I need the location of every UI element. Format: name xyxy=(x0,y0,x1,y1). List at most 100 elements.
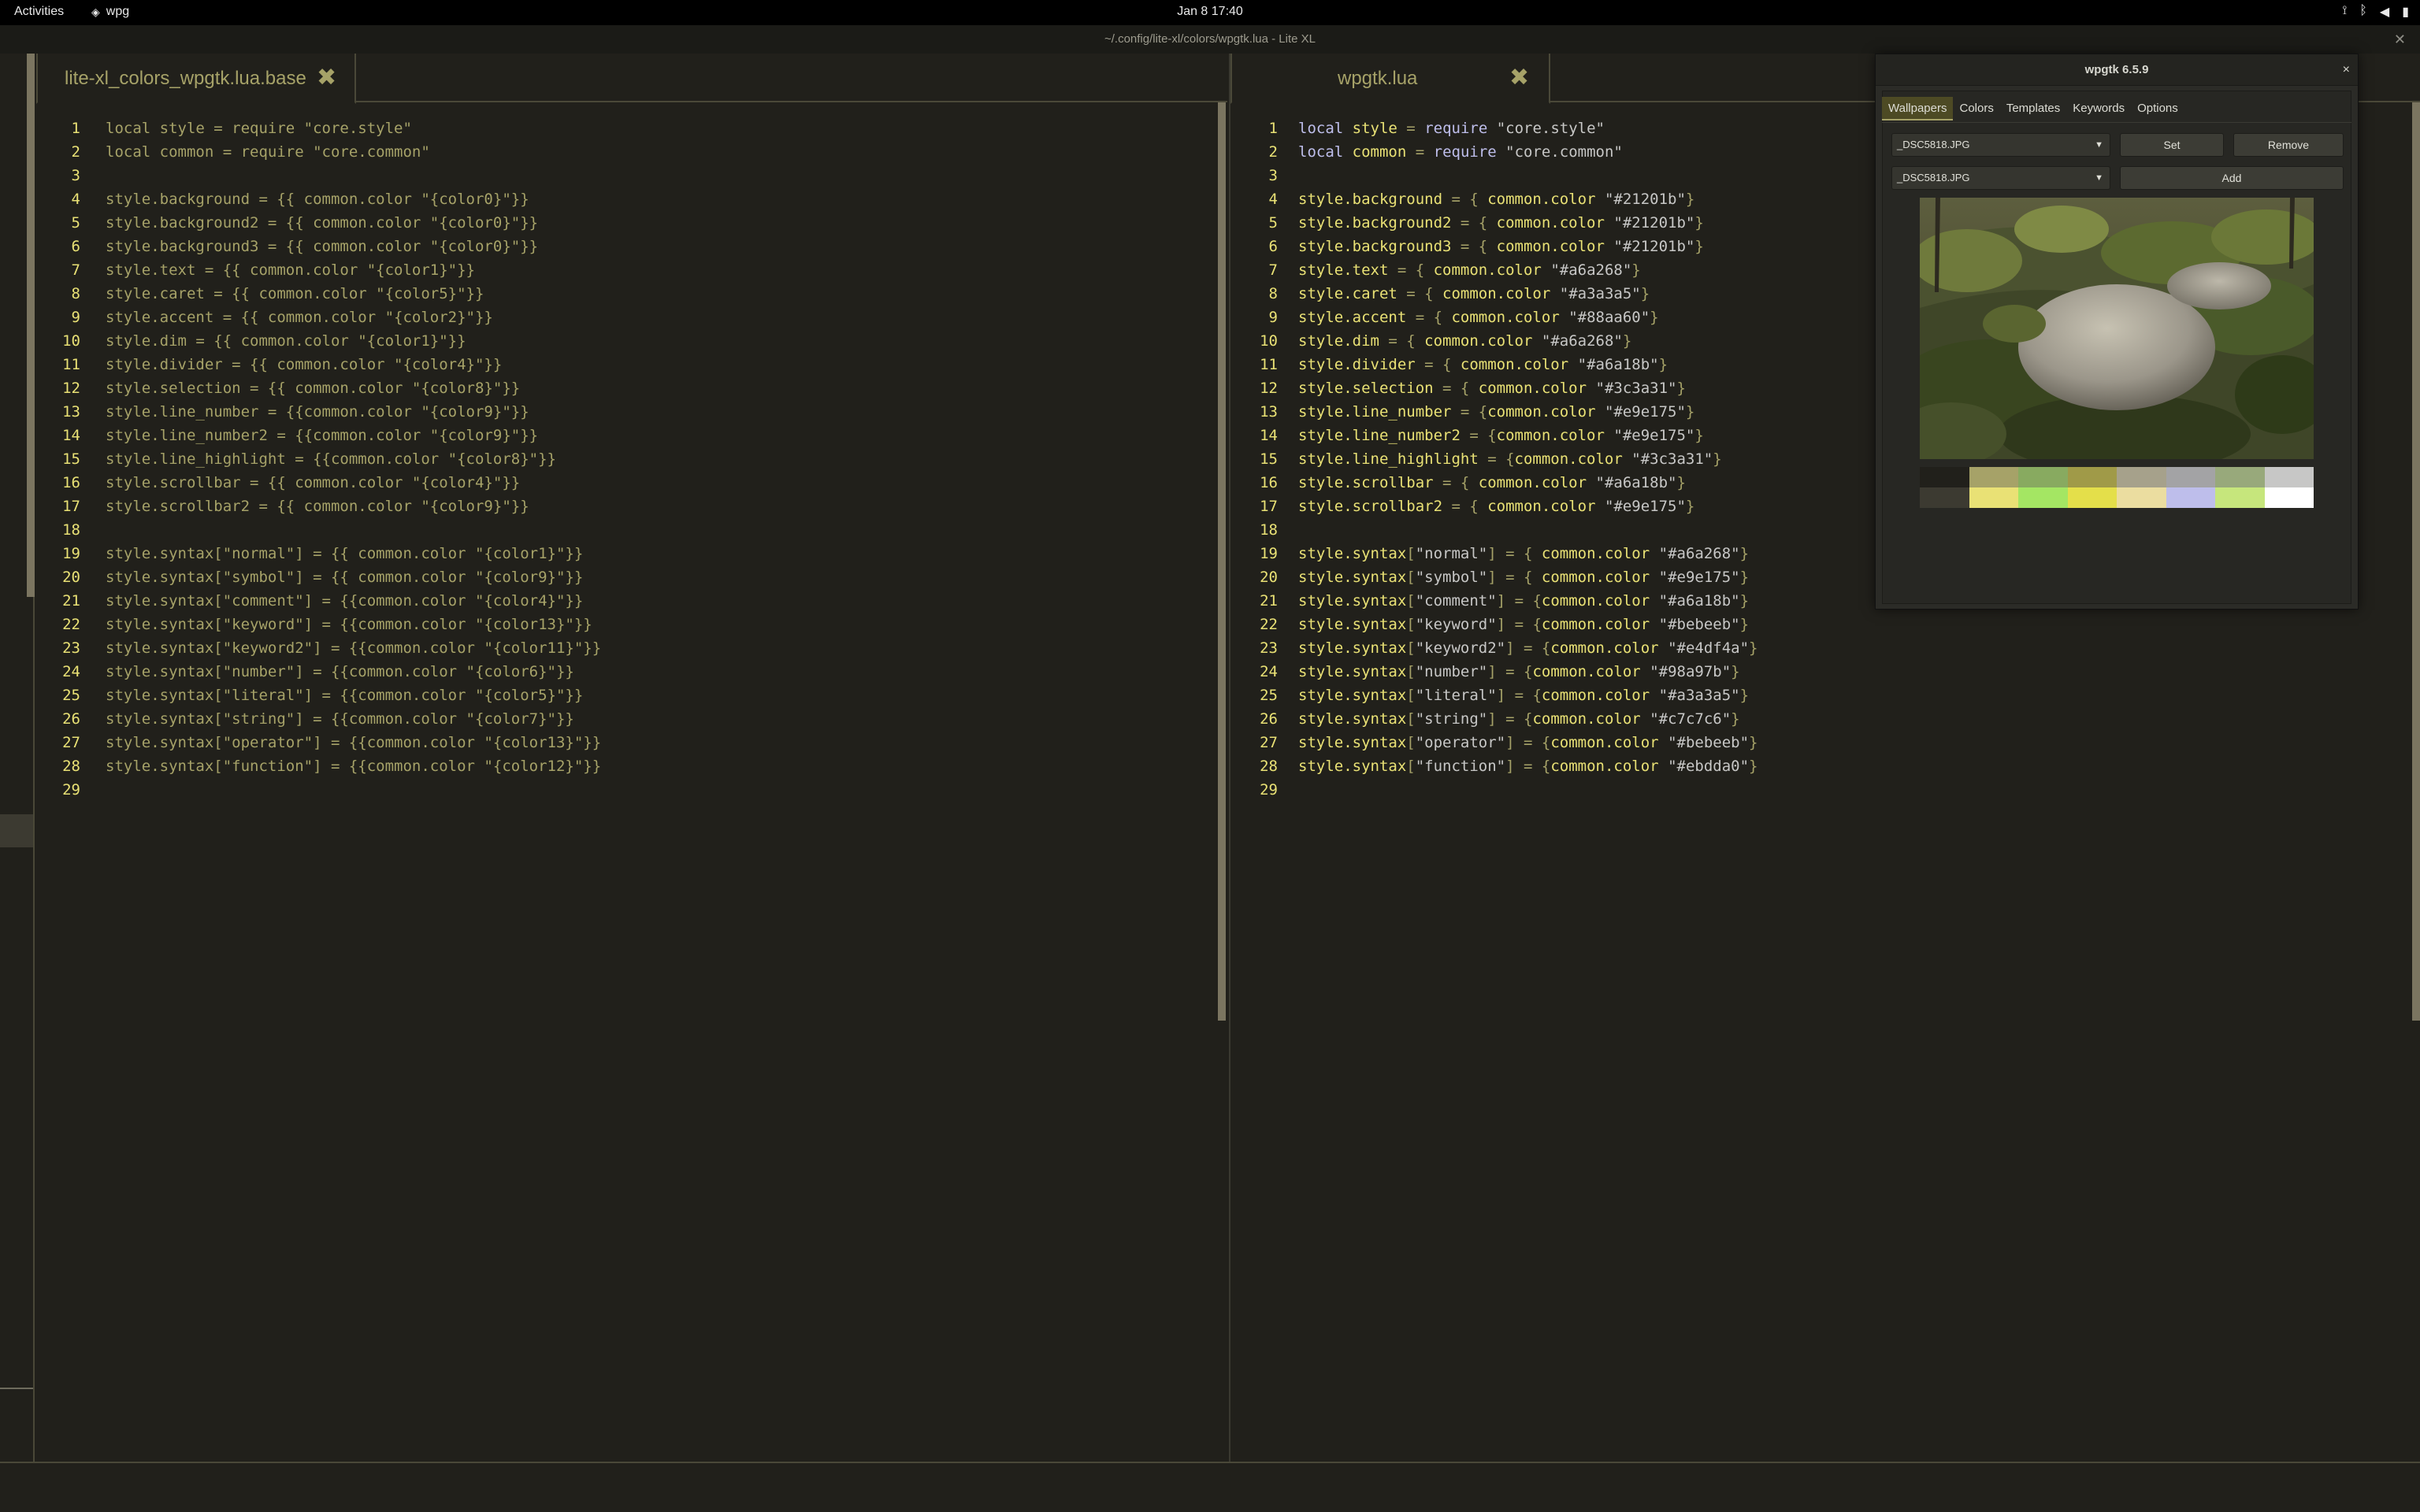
code-line[interactable]: 25 style.syntax["literal"] = {common.colo… xyxy=(1230,684,2420,707)
code-line[interactable]: 12 style.selection = {{ common.color "{co… xyxy=(36,376,1227,400)
line-text[interactable]: style.background3 = {{ common.color "{co… xyxy=(106,235,538,258)
system-tray[interactable]: ⟟ ᛒ ◀ ▮ xyxy=(2342,4,2409,20)
line-text[interactable]: style.scrollbar2 = { common.color "#e9e1… xyxy=(1298,495,1694,518)
code-line[interactable]: 7 style.text = {{ common.color "{color1}"… xyxy=(36,258,1227,282)
wpgtk-tab-options[interactable]: Options xyxy=(2131,97,2184,120)
line-text[interactable]: style.line_number2 = {common.color "#e9e… xyxy=(1298,424,1704,447)
line-text[interactable]: style.selection = {{ common.color "{colo… xyxy=(106,376,520,400)
line-text[interactable]: style.scrollbar = { common.color "#a6a18… xyxy=(1298,471,1686,495)
code-line[interactable]: 22 style.syntax["keyword"] = {{common.col… xyxy=(36,613,1227,636)
code-line[interactable]: 29 xyxy=(1230,778,2420,802)
line-text[interactable]: style.caret = { common.color "#a3a3a5"} xyxy=(1298,282,1650,306)
wpgtk-tab-keywords[interactable]: Keywords xyxy=(2066,97,2131,120)
line-text[interactable]: style.syntax["function"] = {common.color… xyxy=(1298,754,1757,778)
line-text[interactable]: style.syntax["comment"] = {common.color … xyxy=(1298,589,1749,613)
line-text[interactable]: style.syntax["normal"] = {{ common.color… xyxy=(106,542,583,565)
code-line[interactable]: 26 style.syntax["string"] = {common.color… xyxy=(1230,707,2420,731)
line-text[interactable]: style.syntax["keyword2"] = {common.color… xyxy=(1298,636,1757,660)
add-button[interactable]: Add xyxy=(2120,166,2344,190)
code-line[interactable]: 28 style.syntax["function"] = {common.col… xyxy=(1230,754,2420,778)
code-line[interactable]: 23 style.syntax["keyword2"] = {{common.co… xyxy=(36,636,1227,660)
code-line[interactable]: 2 local common = require "core.common" xyxy=(36,140,1227,164)
line-text[interactable]: style.background = {{ common.color "{col… xyxy=(106,187,529,211)
wpgtk-tab-templates[interactable]: Templates xyxy=(2000,97,2066,120)
line-text[interactable]: local common = require "core.common" xyxy=(1298,140,1623,164)
line-text[interactable]: style.syntax["operator"] = {common.color… xyxy=(1298,731,1757,754)
sidebar-scrollbar[interactable] xyxy=(27,54,35,597)
tab-lite-xl-colors-base[interactable]: lite-xl_colors_wpgtk.lua.base ✖ xyxy=(36,54,356,104)
palette-swatch[interactable] xyxy=(2166,487,2215,508)
code-line[interactable]: 27 style.syntax["operator"] = {common.col… xyxy=(1230,731,2420,754)
line-text[interactable]: style.background2 = {{ common.color "{co… xyxy=(106,211,538,235)
activities-button[interactable]: Activities xyxy=(14,5,64,19)
code-line[interactable]: 1 local style = require "core.style" xyxy=(36,117,1227,140)
right-scrollbar[interactable] xyxy=(2412,102,2420,1021)
line-text[interactable]: local style = require "core.style" xyxy=(106,117,412,140)
code-line[interactable]: 18 xyxy=(36,518,1227,542)
code-line[interactable]: 23 style.syntax["keyword2"] = {common.col… xyxy=(1230,636,2420,660)
code-line[interactable]: 28 style.syntax["function"] = {{common.co… xyxy=(36,754,1227,778)
line-text[interactable]: style.scrollbar2 = {{ common.color "{col… xyxy=(106,495,529,518)
treeview-sidebar[interactable] xyxy=(0,54,35,1462)
line-text[interactable]: style.syntax["symbol"] = {{ common.color… xyxy=(106,565,583,589)
code-line[interactable]: 16 style.scrollbar = {{ common.color "{co… xyxy=(36,471,1227,495)
line-text[interactable]: style.syntax["number"] = {common.color "… xyxy=(1298,660,1740,684)
line-text[interactable]: style.selection = { common.color "#3c3a3… xyxy=(1298,376,1686,400)
line-text[interactable]: style.line_number = {common.color "#e9e1… xyxy=(1298,400,1694,424)
code-line[interactable]: 22 style.syntax["keyword"] = {common.colo… xyxy=(1230,613,2420,636)
line-text[interactable]: style.caret = {{ common.color "{color5}"… xyxy=(106,282,484,306)
wpgtk-close-button[interactable]: × xyxy=(2343,54,2350,86)
palette-swatch[interactable] xyxy=(2067,487,2117,508)
line-text[interactable]: style.syntax["literal"] = {common.color … xyxy=(1298,684,1749,707)
palette-swatch[interactable] xyxy=(1969,467,2018,487)
palette-swatch[interactable] xyxy=(1920,467,1969,487)
palette-swatch[interactable] xyxy=(2018,487,2068,508)
code-line[interactable]: 6 style.background3 = {{ common.color "{c… xyxy=(36,235,1227,258)
code-line[interactable]: 8 style.caret = {{ common.color "{color5}… xyxy=(36,282,1227,306)
line-text[interactable]: style.dim = { common.color "#a6a268"} xyxy=(1298,329,1631,353)
palette-swatch[interactable] xyxy=(2264,487,2314,508)
line-text[interactable]: style.accent = { common.color "#88aa60"} xyxy=(1298,306,1659,329)
window-titlebar[interactable]: ~/.config/lite-xl/colors/wpgtk.lua - Lit… xyxy=(0,25,2420,54)
line-text[interactable]: style.syntax["keyword"] = {common.color … xyxy=(1298,613,1749,636)
line-text[interactable]: style.background = { common.color "#2120… xyxy=(1298,187,1694,211)
code-line[interactable]: 24 style.syntax["number"] = {{common.colo… xyxy=(36,660,1227,684)
wpgtk-window[interactable]: wpgtk 6.5.9 × Wallpapers Colors Templates K… xyxy=(1875,54,2359,610)
line-text[interactable]: style.syntax["normal"] = { common.color … xyxy=(1298,542,1749,565)
palette-swatch[interactable] xyxy=(2117,487,2166,508)
code-line[interactable]: 15 style.line_highlight = {{common.color … xyxy=(36,447,1227,471)
line-text[interactable]: style.line_highlight = {{common.color "{… xyxy=(106,447,556,471)
tab-wpgtk-lua[interactable]: wpgtk.lua ✖ xyxy=(1230,54,1550,104)
app-menu[interactable]: ◈ wpg xyxy=(91,5,129,19)
line-text[interactable]: local style = require "core.style" xyxy=(1298,117,1605,140)
code-line[interactable]: 4 style.background = {{ common.color "{co… xyxy=(36,187,1227,211)
add-wallpaper-select[interactable]: _DSC5818.JPG ▼ xyxy=(1891,166,2110,190)
code-line[interactable]: 9 style.accent = {{ common.color "{color2… xyxy=(36,306,1227,329)
line-text[interactable]: style.divider = {{ common.color "{color4… xyxy=(106,353,502,376)
line-text[interactable]: style.line_number2 = {{common.color "{co… xyxy=(106,424,538,447)
line-text[interactable]: style.syntax["string"] = {{common.color … xyxy=(106,707,574,731)
code-line[interactable]: 14 style.line_number2 = {{common.color "{… xyxy=(36,424,1227,447)
remove-button[interactable]: Remove xyxy=(2233,133,2344,157)
tab-close-icon[interactable]: ✖ xyxy=(317,66,336,90)
line-text[interactable]: style.syntax["string"] = {common.color "… xyxy=(1298,707,1740,731)
code-line[interactable]: 19 style.syntax["normal"] = {{ common.col… xyxy=(36,542,1227,565)
code-line[interactable]: 5 style.background2 = {{ common.color "{c… xyxy=(36,211,1227,235)
line-text[interactable]: style.syntax["keyword2"] = {{common.colo… xyxy=(106,636,601,660)
palette-swatch[interactable] xyxy=(2067,467,2117,487)
code-line[interactable]: 21 style.syntax["comment"] = {{common.col… xyxy=(36,589,1227,613)
line-text[interactable]: style.accent = {{ common.color "{color2}… xyxy=(106,306,493,329)
code-line[interactable]: 11 style.divider = {{ common.color "{colo… xyxy=(36,353,1227,376)
line-text[interactable]: style.syntax["symbol"] = { common.color … xyxy=(1298,565,1749,589)
palette-swatch[interactable] xyxy=(1969,487,2018,508)
line-text[interactable]: style.syntax["literal"] = {{common.color… xyxy=(106,684,583,707)
palette-swatch[interactable] xyxy=(2117,467,2166,487)
window-close-button[interactable]: ✕ xyxy=(2394,25,2406,54)
wpgtk-tab-colors[interactable]: Colors xyxy=(1953,97,1999,120)
clock[interactable]: Jan 8 17:40 xyxy=(1177,5,1243,18)
palette-swatch[interactable] xyxy=(2215,467,2265,487)
code-line[interactable]: 13 style.line_number = {{common.color "{c… xyxy=(36,400,1227,424)
line-text[interactable]: style.line_number = {{common.color "{col… xyxy=(106,400,529,424)
palette-swatch[interactable] xyxy=(2264,467,2314,487)
palette-swatch[interactable] xyxy=(2166,467,2215,487)
